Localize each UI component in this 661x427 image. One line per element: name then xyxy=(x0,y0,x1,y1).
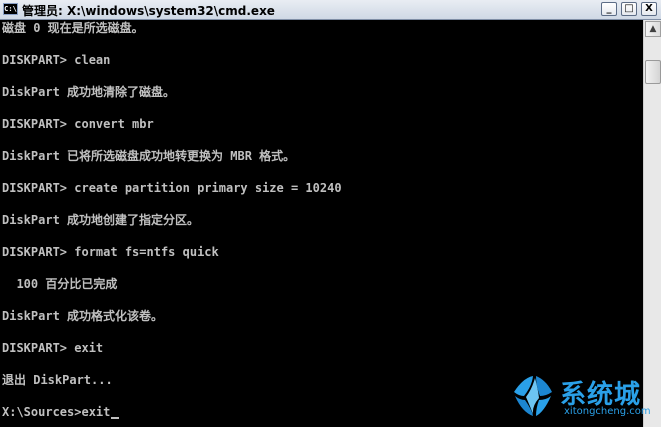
scrollbar-thumb[interactable] xyxy=(645,60,661,84)
console-line: DiskPart 成功地清除了磁盘。 xyxy=(2,85,176,99)
scroll-up-arrow-icon[interactable]: ▲ xyxy=(645,21,661,37)
prompt-text: X:\Sources>exit xyxy=(2,405,111,419)
console-line: DiskPart 成功地创建了指定分区。 xyxy=(2,213,200,227)
cmd-window: C:\ 管理员: X:\windows\system32\cmd.exe _ □… xyxy=(0,0,661,427)
cmd-icon[interactable]: C:\ xyxy=(3,3,18,15)
console-line: DISKPART> format fs=ntfs quick xyxy=(2,245,219,259)
minimize-button[interactable]: _ xyxy=(601,2,617,16)
console-line: DiskPart 已将所选磁盘成功地转更换为 MBR 格式。 xyxy=(2,149,296,163)
window-title: 管理员: X:\windows\system32\cmd.exe xyxy=(22,4,275,18)
windows-diamond-logo-icon xyxy=(514,376,552,416)
console-line: 100 百分比已完成 xyxy=(2,277,118,291)
console-line: DISKPART> clean xyxy=(2,53,111,67)
watermark-logo: 系统城 xitongcheng.com xyxy=(510,372,660,422)
text-cursor xyxy=(111,417,120,419)
watermark-url: xitongcheng.com xyxy=(564,406,651,417)
console-line: DISKPART> convert mbr xyxy=(2,117,154,131)
close-button[interactable]: X xyxy=(641,2,657,16)
console-line: 磁盘 0 现在是所选磁盘。 xyxy=(2,21,144,35)
console-line: DISKPART> create partition primary size … xyxy=(2,181,342,195)
maximize-button[interactable]: □ xyxy=(621,2,637,16)
console-line: DiskPart 成功格式化该卷。 xyxy=(2,309,164,323)
console-line: DISKPART> exit xyxy=(2,341,104,355)
console-output[interactable]: 磁盘 0 现在是所选磁盘。 DISKPART> clean DiskPart 成… xyxy=(0,20,643,427)
title-bar[interactable]: C:\ 管理员: X:\windows\system32\cmd.exe _ □… xyxy=(0,0,661,20)
vertical-scrollbar[interactable]: ▲ xyxy=(643,20,661,427)
console-line: 退出 DiskPart... xyxy=(2,373,113,387)
prompt-line[interactable]: X:\Sources>exit xyxy=(2,404,120,420)
